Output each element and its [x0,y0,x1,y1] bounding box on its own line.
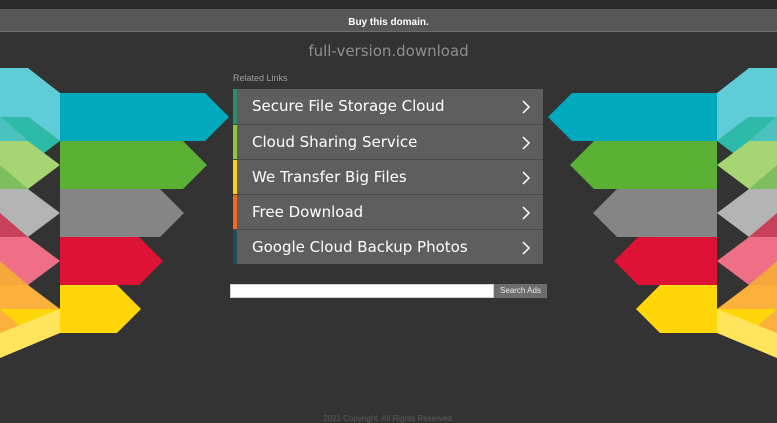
search-input[interactable] [230,284,494,298]
buy-domain-link[interactable]: Buy this domain. [348,17,429,28]
search-form: Search Ads [230,284,547,298]
related-link-label: Google Cloud Backup Photos [252,238,468,256]
related-links-heading: Related Links [233,73,288,83]
search-ads-button[interactable]: Search Ads [494,284,547,298]
chevron-right-icon [522,100,531,114]
right-arrow-decoration [548,68,777,358]
link-accent-bar [233,89,237,124]
left-arrow-decoration [0,68,229,358]
link-accent-bar [233,160,237,194]
related-link-label: We Transfer Big Files [252,168,407,186]
related-link-free-download[interactable]: Free Download [233,194,543,229]
related-link-label: Cloud Sharing Service [252,133,418,151]
related-link-label: Free Download [252,203,364,221]
link-accent-bar [233,125,237,159]
related-link-google-cloud-backup-photos[interactable]: Google Cloud Backup Photos [233,229,543,264]
chevron-right-icon [522,241,531,255]
link-accent-bar [233,230,237,264]
copyright-footer: 2021 Copyright. All Rights Reserved. [323,414,454,423]
chevron-right-icon [522,136,531,150]
chevron-right-icon [522,171,531,185]
related-link-label: Secure File Storage Cloud [252,97,445,115]
related-link-secure-file-storage-cloud[interactable]: Secure File Storage Cloud [233,89,543,124]
related-links-list: Secure File Storage Cloud Cloud Sharing … [233,89,543,264]
link-accent-bar [233,195,237,229]
related-link-cloud-sharing-service[interactable]: Cloud Sharing Service [233,124,543,159]
related-link-we-transfer-big-files[interactable]: We Transfer Big Files [233,159,543,194]
chevron-right-icon [522,206,531,220]
